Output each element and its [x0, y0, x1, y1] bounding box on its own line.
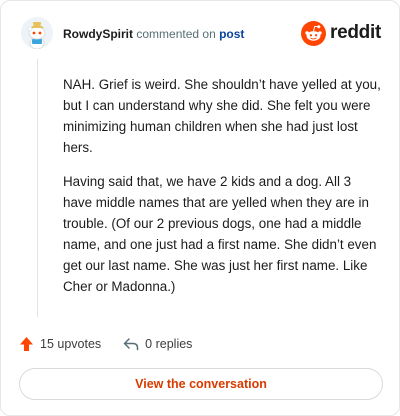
upvote-arrow-icon: [20, 337, 33, 351]
view-conversation-label: View the conversation: [135, 377, 267, 391]
username-link[interactable]: RowdySpirit: [63, 27, 133, 41]
comment-paragraph: NAH. Grief is weird. She shouldn’t have …: [63, 77, 381, 155]
comment-actions: 15 upvotes 0 replies: [19, 335, 192, 353]
comment-body: NAH. Grief is weird. She shouldn’t have …: [63, 74, 383, 310]
upvotes-button[interactable]: 15 upvotes: [19, 336, 101, 352]
replies-button[interactable]: 0 replies: [123, 337, 192, 351]
reddit-logo[interactable]: reddit: [301, 20, 381, 46]
view-conversation-button[interactable]: View the conversation: [19, 368, 383, 400]
reddit-snoo-icon: [301, 20, 327, 46]
action-text: commented on: [136, 27, 216, 41]
snoo-avatar-icon[interactable]: [21, 17, 53, 49]
byline: RowdySpirit commented on post: [63, 27, 244, 41]
embedded-comment-card: RowdySpirit commented on post reddit NAH…: [0, 0, 400, 416]
comment-paragraph: Having said that, we have 2 kids and a d…: [63, 174, 377, 294]
reply-arrow-icon: [123, 338, 139, 351]
replies-count: 0 replies: [145, 337, 193, 351]
upvotes-count: 15 upvotes: [40, 337, 102, 351]
comment-header: RowdySpirit commented on post reddit: [21, 17, 381, 51]
reddit-wordmark: reddit: [330, 22, 381, 43]
thread-line: [37, 59, 38, 317]
post-link[interactable]: post: [219, 27, 244, 41]
